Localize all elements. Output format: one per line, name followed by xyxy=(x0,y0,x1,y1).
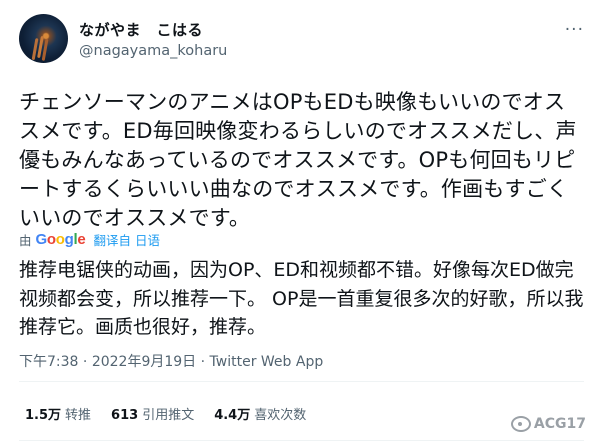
translated-text: 推荐电锯侠的动画，因为OP、ED和视频都不错。好像每次ED做完视频都会变，所以推… xyxy=(19,259,584,338)
tweet-meta: 下午7:38 · 2022年9月19日 · Twitter Web App xyxy=(19,351,323,371)
avatar[interactable] xyxy=(19,14,68,63)
more-options-icon[interactable]: ··· xyxy=(565,20,584,40)
source-language-link[interactable]: 日语 xyxy=(135,230,160,249)
watermark-text: ACG17 xyxy=(533,416,586,432)
engagement-stats: 1.5万 转推 613 引用推文 4.4万 喜欢次数 xyxy=(25,404,326,423)
tweet-header: ながやま こはる @nagayama_koharu ··· xyxy=(19,14,584,70)
quotes-stat[interactable]: 613 引用推文 xyxy=(111,404,194,423)
translation-prefix: 由 xyxy=(19,232,32,248)
display-name[interactable]: ながやま こはる xyxy=(79,19,227,40)
likes-count: 4.4万 xyxy=(214,408,251,423)
tweet-date[interactable]: 2022年9月19日 xyxy=(92,354,196,370)
translate-action-link[interactable]: 翻译自 xyxy=(93,230,131,249)
likes-stat[interactable]: 4.4万 喜欢次数 xyxy=(214,404,306,423)
watermark: ACG17 xyxy=(510,416,586,432)
retweets-stat[interactable]: 1.5万 转推 xyxy=(25,404,91,423)
tweet-time[interactable]: 下午7:38 xyxy=(19,354,78,370)
likes-label: 喜欢次数 xyxy=(254,408,307,423)
quotes-count: 613 xyxy=(111,408,139,423)
meta-separator: · xyxy=(196,354,210,370)
quotes-label: 引用推文 xyxy=(142,408,195,423)
google-logo: Google xyxy=(35,230,86,248)
user-handle[interactable]: @nagayama_koharu xyxy=(79,43,227,59)
meta-separator: · xyxy=(78,354,92,370)
retweets-label: 转推 xyxy=(65,408,92,423)
divider xyxy=(19,440,584,441)
divider xyxy=(19,381,584,382)
user-info: ながやま こはる @nagayama_koharu xyxy=(79,19,227,59)
retweets-count: 1.5万 xyxy=(25,408,62,423)
tweet-text: チェンソーマンのアニメはOPもEDも映像もいいのでオススメです。ED毎回映像変わ… xyxy=(19,90,577,230)
weibo-icon xyxy=(510,416,531,432)
translation-attribution: 由 Google 翻译自 日语 xyxy=(19,229,164,249)
tweet-source[interactable]: Twitter Web App xyxy=(210,354,324,370)
